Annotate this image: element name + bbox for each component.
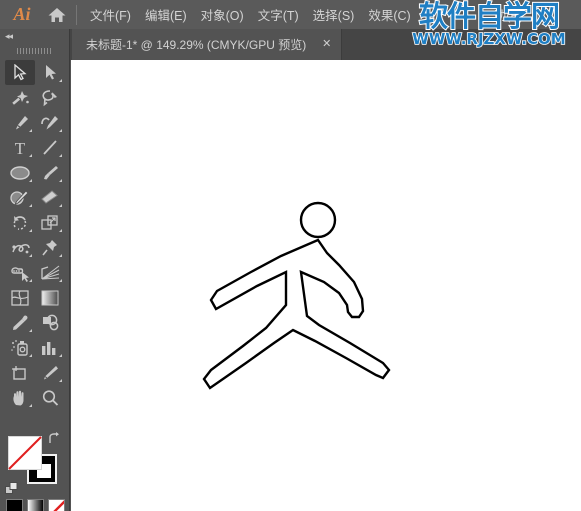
tool-group-corner: [59, 354, 62, 357]
panel-drag-handle[interactable]: [0, 44, 69, 58]
width-tool[interactable]: [5, 235, 35, 260]
tool-group-corner: [29, 229, 32, 232]
curvature-tool[interactable]: [35, 110, 65, 135]
type-tool[interactable]: T: [5, 135, 35, 160]
eyedropper-tool[interactable]: [5, 310, 35, 335]
color-mode-buttons: [6, 499, 66, 511]
shape-builder-tool[interactable]: [5, 260, 35, 285]
artboard-tool[interactable]: [5, 360, 35, 385]
gradient-mode-button[interactable]: [27, 499, 44, 511]
tool-group-corner: [29, 254, 32, 257]
illustrator-window: Ai 文件(F) 编辑(E) 对象(O) 文字(T) 选择(S) 效果(C) 助…: [0, 0, 581, 511]
gradient-tool[interactable]: [35, 285, 65, 310]
rotate-tool[interactable]: [5, 210, 35, 235]
tool-group-corner: [29, 154, 32, 157]
column-graph-tool[interactable]: [35, 335, 65, 360]
tool-group-corner: [59, 229, 62, 232]
magic-wand-tool[interactable]: [5, 85, 35, 110]
menu-file[interactable]: 文件(F): [83, 0, 138, 29]
collapse-panel-icon[interactable]: ◂◂: [5, 32, 13, 41]
pen-tool[interactable]: [5, 110, 35, 135]
menu-item-list: 文件(F) 编辑(E) 对象(O) 文字(T) 选择(S) 效果(C) 助(H): [83, 0, 531, 29]
perspective-grid-tool[interactable]: [35, 260, 65, 285]
tool-group-corner: [59, 379, 62, 382]
color-mode-button[interactable]: [6, 499, 23, 511]
default-fill-stroke-icon[interactable]: [5, 482, 19, 496]
document-tab[interactable]: 未标题-1* @ 149.29% (CMYK/GPU 预览) ✕: [72, 29, 343, 60]
direct-selection-tool[interactable]: [35, 60, 65, 85]
tools-panel: ◂◂ T: [0, 29, 70, 511]
svg-text:T: T: [15, 139, 26, 157]
menu-type[interactable]: 文字(T): [251, 0, 306, 29]
none-mode-button[interactable]: [48, 499, 65, 511]
scale-tool[interactable]: [35, 210, 65, 235]
tool-group-corner: [59, 254, 62, 257]
tool-grid: T: [0, 58, 70, 410]
slice-tool[interactable]: [35, 360, 65, 385]
tool-group-corner: [29, 129, 32, 132]
tool-group-corner: [59, 154, 62, 157]
tool-group-corner: [29, 279, 32, 282]
blend-tool[interactable]: [35, 310, 65, 335]
paintbrush-tool[interactable]: [35, 160, 65, 185]
tool-group-corner: [59, 204, 62, 207]
document-tab-title: 未标题-1* @ 149.29% (CMYK/GPU 预览): [86, 38, 307, 52]
tool-group-corner: [29, 204, 32, 207]
tool-group-corner: [29, 329, 32, 332]
ellipse-tool[interactable]: [5, 160, 35, 185]
free-transform-tool[interactable]: [35, 235, 65, 260]
tool-group-corner: [29, 179, 32, 182]
swap-fill-stroke-icon[interactable]: [47, 432, 61, 446]
app-logo: Ai: [13, 4, 31, 24]
tool-group-corner: [59, 129, 62, 132]
tool-group-corner: [59, 79, 62, 82]
tools-panel-header: ◂◂: [0, 29, 69, 44]
fill-color-swatch[interactable]: [8, 436, 42, 470]
tool-group-corner: [59, 179, 62, 182]
document-tab-bar: 未标题-1* @ 149.29% (CMYK/GPU 预览) ✕: [0, 29, 581, 60]
menu-effect[interactable]: 效果(C): [361, 0, 417, 29]
lasso-tool[interactable]: [35, 85, 65, 110]
close-icon[interactable]: ✕: [320, 38, 333, 51]
eraser-tool[interactable]: [35, 185, 65, 210]
menu-divider: [76, 4, 77, 25]
fill-stroke-swatches: [0, 404, 70, 494]
menu-edit[interactable]: 编辑(E): [138, 0, 194, 29]
selection-tool[interactable]: [5, 60, 35, 85]
tool-group-corner: [29, 354, 32, 357]
walking-stick-figure[interactable]: [71, 60, 581, 511]
symbol-sprayer-tool[interactable]: [5, 335, 35, 360]
home-icon[interactable]: [40, 0, 74, 29]
menu-help[interactable]: 助(H): [418, 0, 531, 29]
color-controls: [0, 404, 70, 511]
shaper-tool[interactable]: [5, 185, 35, 210]
tool-group-corner: [59, 279, 62, 282]
menu-bar: Ai 文件(F) 编辑(E) 对象(O) 文字(T) 选择(S) 效果(C) 助…: [0, 0, 581, 29]
mesh-tool[interactable]: [5, 285, 35, 310]
artboard-canvas[interactable]: [71, 60, 581, 511]
menu-select[interactable]: 选择(S): [306, 0, 362, 29]
menu-object[interactable]: 对象(O): [194, 0, 251, 29]
line-segment-tool[interactable]: [35, 135, 65, 160]
